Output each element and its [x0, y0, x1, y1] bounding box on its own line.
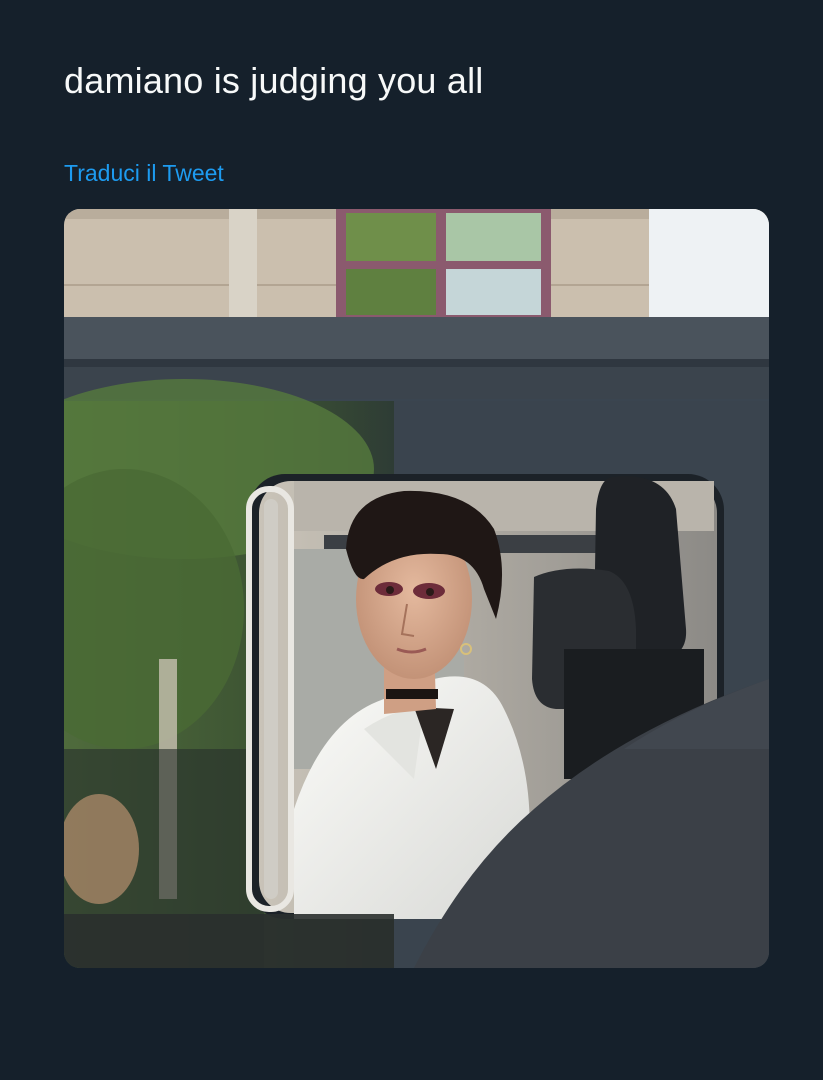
translate-tweet-link[interactable]: Traduci il Tweet	[64, 158, 224, 188]
photo-illustration	[64, 209, 769, 968]
tweet-text: damiano is judging you all	[64, 60, 484, 101]
tweet-photo[interactable]	[64, 209, 769, 968]
